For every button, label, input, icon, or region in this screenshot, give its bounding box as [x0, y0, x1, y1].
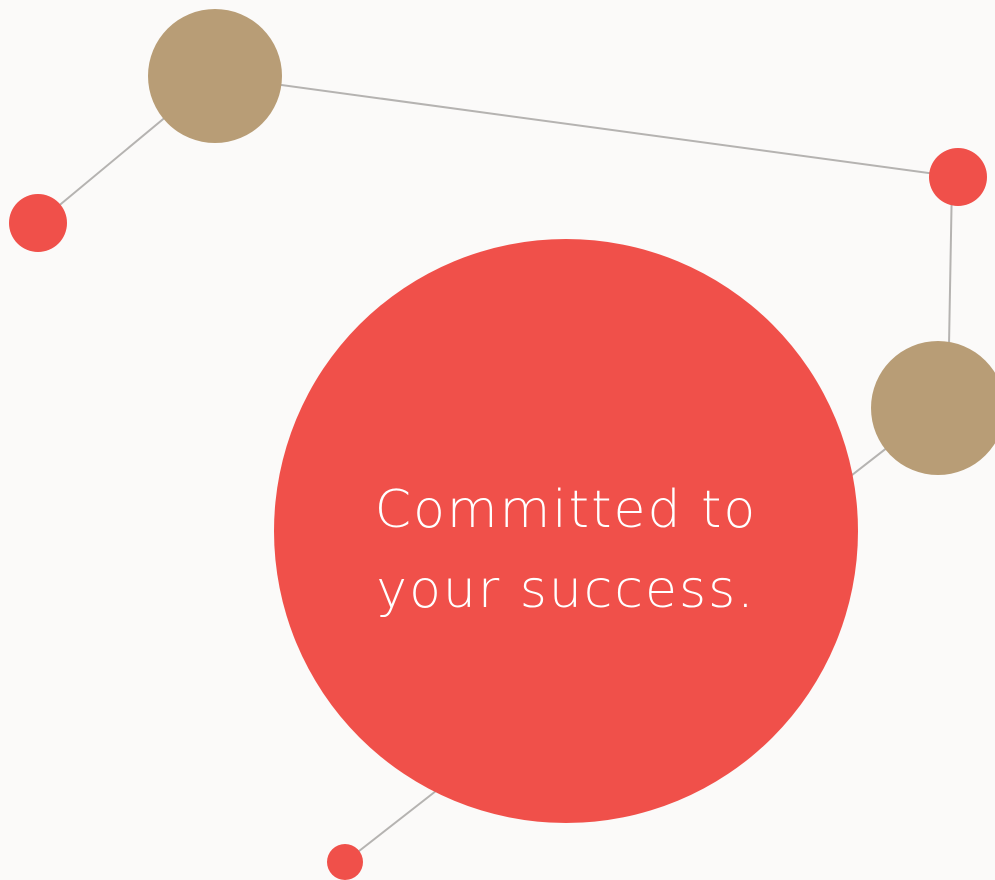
tagline-line-2: your success.: [376, 560, 756, 620]
red-node-bottom: [327, 844, 363, 880]
tan-node-right: [871, 341, 995, 475]
connector-line-main-to-small-red: [344, 779, 451, 863]
tagline-line-1: Committed to: [374, 480, 758, 540]
red-node-top-right: [929, 148, 987, 206]
red-node-left: [9, 194, 67, 252]
tagline: Committed to your success.: [274, 470, 858, 630]
hero-graphic: Committed to your success.: [0, 0, 995, 880]
network-illustration: [9, 9, 995, 880]
tan-node-top-left: [148, 9, 282, 143]
connector-line-tan-to-red-right: [214, 75, 959, 178]
